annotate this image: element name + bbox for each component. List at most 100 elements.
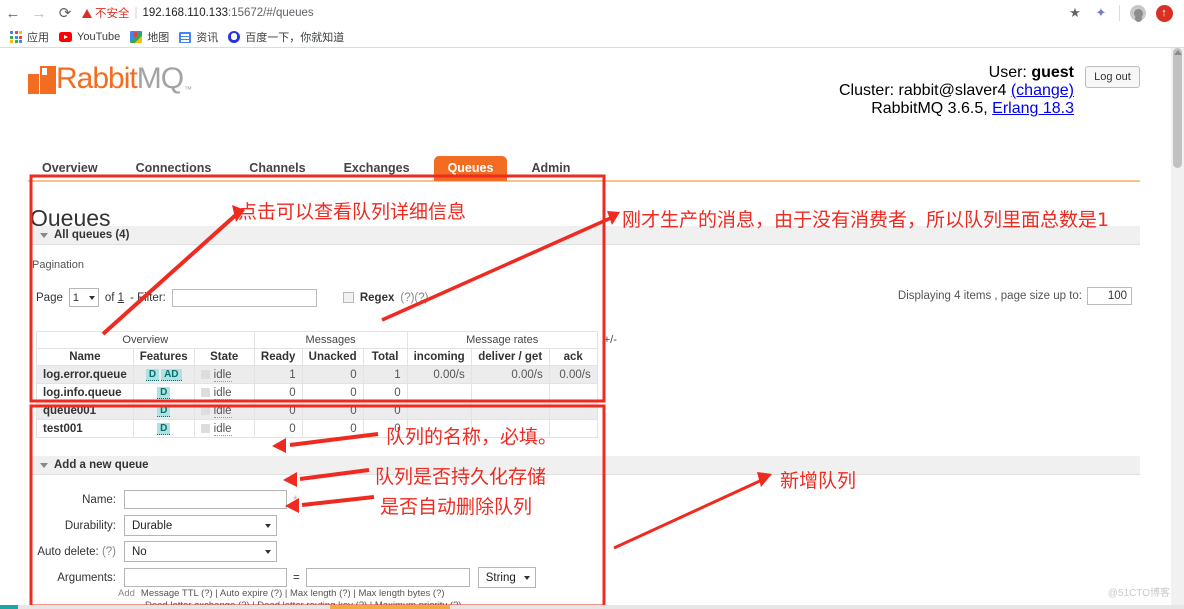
auto-delete-help-icon[interactable]: (?) [102,546,116,558]
logout-button[interactable]: Log out [1085,66,1140,88]
regex-checkbox[interactable] [342,292,354,303]
rabbitmq-header: Rabbit MQ ™ User: guest Cluster: rabbit@… [28,60,1140,122]
col-name[interactable]: Name [36,348,134,366]
durability-select[interactable]: Durable [124,515,277,536]
bookmarks-bar: 应用 YouTube 地图 资讯 百度一下，你就知道 [0,26,1184,48]
bookmark-label: 地图 [147,32,170,44]
queue-ready: 0 [253,419,303,438]
page-label: Page [36,291,63,304]
chevron-down-icon[interactable] [40,232,48,238]
bottom-accent-orange [330,605,450,609]
rabbitmq-logo[interactable]: Rabbit MQ ™ [28,64,192,94]
nav-item-channels[interactable]: Channels [235,156,319,181]
all-queues-title: All queues (4) [54,229,130,241]
state-indicator-icon [200,423,210,433]
chevron-down-icon[interactable] [40,462,48,468]
queue-name-link[interactable]: log.error.queue [36,365,134,384]
feature-badge-durable: D [157,387,171,399]
reload-icon[interactable]: ⟳ [52,0,78,26]
bookmark-star-icon[interactable]: ★ [1063,1,1087,25]
queue-incoming [406,401,472,420]
apps-grid-icon [10,31,22,43]
name-input[interactable] [124,490,287,509]
address-bar[interactable]: 不安全 | 192.168.110.133:15672/#/queues [82,3,1055,23]
durability-select-value: Durable [132,519,173,532]
update-menu-icon[interactable]: ↑ [1152,1,1176,25]
queue-ready: 0 [253,401,303,420]
col-incoming[interactable]: incoming [406,348,472,366]
cluster-change-link[interactable]: (change) [1011,82,1074,99]
table-row[interactable]: log.info.queue D idle 0 0 0 [36,383,624,402]
bookmark-label: 百度一下，你就知道 [245,32,345,44]
queue-incoming [406,383,472,402]
bottom-accent-teal [0,605,18,609]
page-size-input[interactable]: 100 [1087,287,1132,305]
cluster-label: Cluster: [838,82,895,99]
auto-delete-select[interactable]: No [124,541,277,562]
erlang-version-link[interactable]: Erlang 18.3 [992,100,1074,117]
page-select[interactable]: 1 [68,288,99,307]
bookmark-baidu[interactable]: 百度一下，你就知道 [226,27,352,47]
table-row[interactable]: log.error.queue D AD idle 1 0 1 0.00/s 0.… [36,365,624,384]
feature-badge-durable: D [145,369,160,381]
browser-toolbar: ← → ⟳ 不安全 | 192.168.110.133:15672/#/queu… [0,0,1184,26]
table-group-header-row: Overview Messages Message rates +/- [36,331,624,349]
not-secure-indicator[interactable]: 不安全 [82,5,130,21]
column-toggle-button[interactable]: +/- [597,332,623,349]
extension-icon[interactable]: ✦ [1089,1,1113,25]
queue-ready: 1 [253,365,303,384]
arguments-equals: = [293,571,300,584]
user-label: User: [988,64,1027,81]
argument-type-select[interactable]: String [477,567,536,588]
arguments-field-row: Arguments: = String [32,567,536,588]
regex-help-icon[interactable]: (?)(?) [400,292,428,304]
page-scrollbar[interactable] [1171,48,1184,609]
queue-name-link[interactable]: log.info.queue [36,383,134,402]
feature-badge-durable: D [157,423,171,435]
table-row[interactable]: queue001 D idle 0 0 0 [36,401,624,420]
scroll-up-icon[interactable] [1174,50,1182,55]
queue-state: idle [193,365,255,384]
queue-ack: 0.00/s [548,365,598,384]
queue-total: 0 [362,383,408,402]
back-arrow-icon[interactable]: ← [0,0,26,26]
queue-name-link[interactable]: test001 [36,419,134,438]
all-queues-section-header[interactable]: All queues (4) [30,226,1140,245]
table-row[interactable]: test001 D idle 0 0 0 [36,419,624,438]
nav-item-queues[interactable]: Queues [433,156,508,181]
feature-badge-durable: D [157,405,171,417]
google-maps-icon [130,31,143,43]
bottom-bar [0,605,1184,609]
bookmark-maps[interactable]: 地图 [128,27,177,47]
argument-key-input[interactable] [124,568,287,587]
add-queue-section-header[interactable]: Add a new queue [30,456,1140,475]
queue-name-link[interactable]: queue001 [36,401,134,420]
nav-item-overview[interactable]: Overview [28,156,112,181]
col-ready[interactable]: Ready [253,348,303,366]
queue-incoming [406,419,472,438]
nav-item-connections[interactable]: Connections [122,156,226,181]
queue-state: idle [193,383,255,402]
queue-features: D [132,401,195,420]
col-deliver-get[interactable]: deliver / get [470,348,550,366]
argument-presets-line1: Add Message TTL (?) | Auto expire (?) | M… [118,588,461,600]
rabbitmq-page: Rabbit MQ ™ User: guest Cluster: rabbit@… [0,48,1184,609]
filter-input[interactable] [171,288,317,307]
argument-presets-text-1[interactable]: Message TTL (?) | Auto expire (?) | Max … [141,588,445,599]
col-unacked[interactable]: Unacked [301,348,364,366]
bookmark-news[interactable]: 资讯 [177,27,226,47]
nav-item-admin[interactable]: Admin [517,156,584,181]
bookmark-youtube[interactable]: YouTube [57,27,128,47]
col-ack[interactable]: ack [548,348,598,366]
argument-value-input[interactable] [305,568,470,587]
nav-item-exchanges[interactable]: Exchanges [330,156,424,181]
forward-arrow-icon[interactable]: → [26,0,52,26]
user-line: User: guest [839,64,1074,82]
youtube-icon [59,32,72,42]
bookmark-apps[interactable]: 应用 [8,27,57,47]
queue-ack [548,419,598,438]
rabbitmq-logo-icon [28,66,56,94]
watermark: @51CTO博客 [1107,588,1170,599]
profile-icon[interactable] [1126,1,1150,25]
col-total[interactable]: Total [362,348,408,366]
